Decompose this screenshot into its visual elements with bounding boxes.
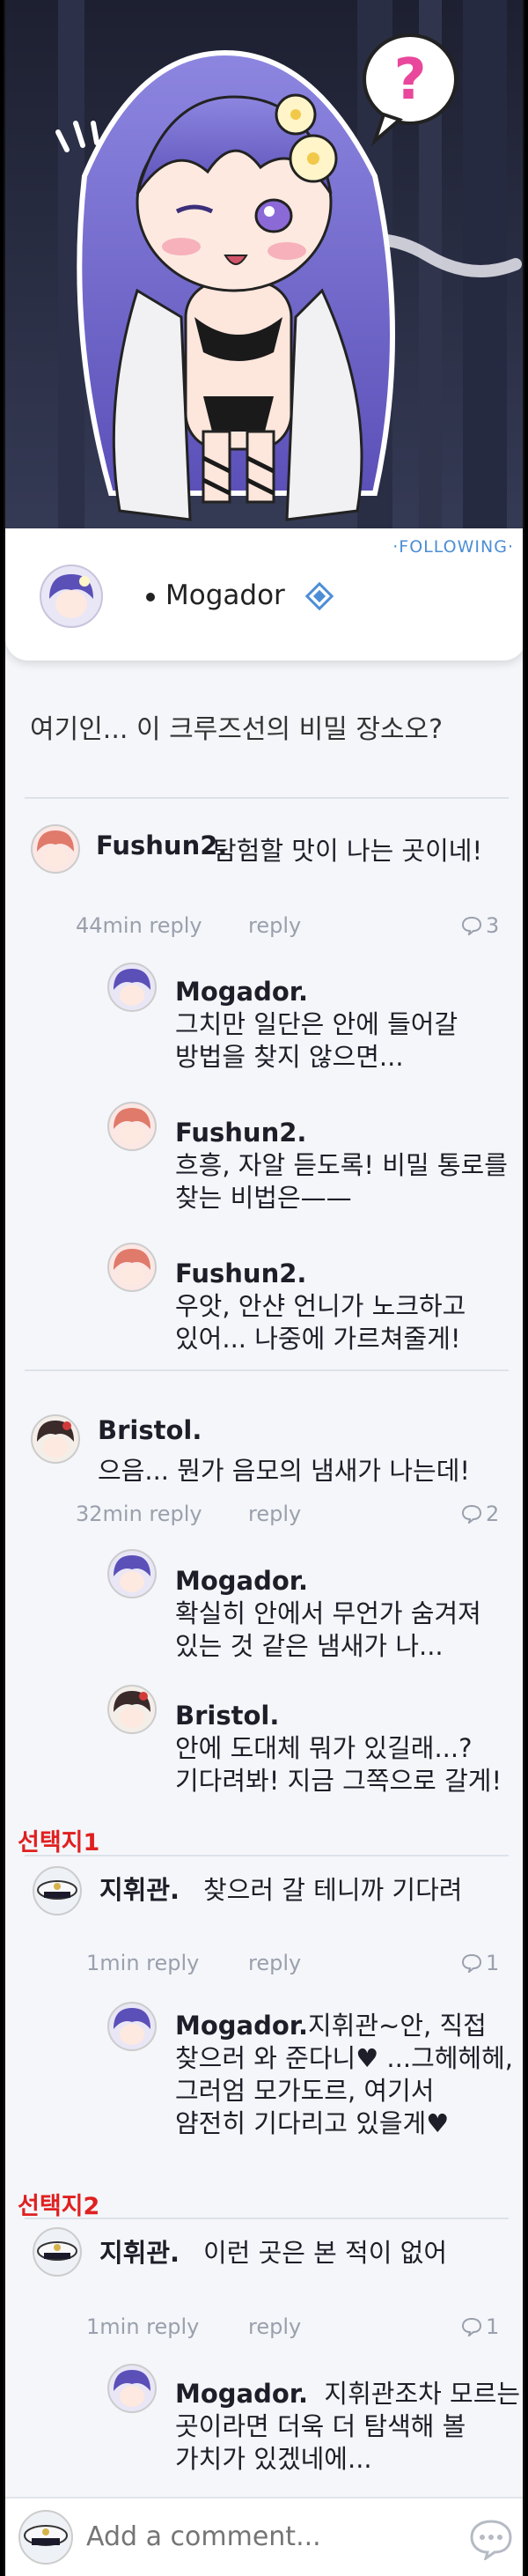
comment-send-icon[interactable] (468, 2518, 514, 2560)
reply-button[interactable]: reply (248, 1502, 301, 1526)
comment-input[interactable] (86, 2514, 421, 2558)
reply-count-value: 2 (486, 1502, 500, 1526)
reply-author[interactable]: Fushun2. (175, 1258, 523, 1290)
avatar-fushun[interactable] (106, 1101, 158, 1152)
comment-composer (5, 2497, 523, 2576)
reply-text: Mogador. 지휘관조차 모르는 곳이라면 더욱 더 탐색해 볼 가치가 있… (175, 2378, 523, 2476)
reply-count[interactable]: 1 (461, 1951, 499, 1975)
comment-time: 32min reply (76, 1502, 202, 1526)
reply-bubble-icon (461, 1504, 482, 1524)
avatar-mogador[interactable] (106, 2001, 158, 2052)
comment-time: 44min reply (76, 913, 202, 938)
divider (25, 2218, 509, 2219)
reply-text: Mogador. 그치만 일단은 안에 들어갈 방법을 찾지 않으면... (175, 976, 523, 1074)
name-bullet (146, 593, 155, 602)
app-frame: ? ·FOLLOWING· Mogador 여기인... 이 크루즈선의 비밀 … (4, 0, 524, 2576)
avatar-fushun[interactable] (106, 1242, 158, 1293)
avatar-commander[interactable] (32, 2226, 83, 2277)
following-button[interactable]: ·FOLLOWING· (392, 537, 514, 557)
reply-count-value: 1 (486, 2314, 500, 2339)
divider (25, 1855, 509, 1856)
avatar-mogador[interactable] (106, 1548, 158, 1599)
reply-author[interactable]: Bristol. (175, 1700, 523, 1732)
reply-text: Fushun2. 흐흥, 자알 듣도록! 비밀 통로를 찾는 비법은—— (175, 1117, 523, 1214)
reply-text: Mogador.지휘관~안, 직접 찾으러 와 준다니♥ ...그헤헤헤, 그러… (175, 2010, 523, 2140)
reply-text: Fushun2. 우앗, 안샨 언니가 노크하고 있어... 나중에 가르쳐줄게… (175, 1258, 523, 1355)
reply-count[interactable]: 1 (461, 2314, 499, 2339)
profile-card: ·FOLLOWING· Mogador (5, 528, 523, 661)
comment-author[interactable]: Bristol. (98, 1415, 202, 1445)
reply-line: 얌전히 기다리고 있을게♥ (175, 2108, 450, 2138)
comment-text: 탐험할 맛이 나는 곳이네! (213, 836, 483, 866)
reply-author[interactable]: Mogador. (175, 1565, 523, 1598)
reply-line: 있어... 나중에 가르쳐줄게! (175, 1324, 461, 1354)
reply-line: 우앗, 안샨 언니가 노크하고 (175, 1291, 466, 1321)
comment-time: 1min reply (86, 2314, 200, 2339)
reply-count-value: 1 (486, 1951, 500, 1975)
reply-line: 안에 도대체 뭐가 있길래...? (175, 1733, 473, 1763)
reply-button[interactable]: reply (248, 1951, 301, 1975)
comment-author[interactable]: 지휘관. (99, 1870, 180, 1907)
reply-line: 찾으러 와 준다니♥ ...그헤헤헤, (175, 2043, 514, 2073)
avatar-bristol[interactable] (30, 1413, 81, 1465)
comment-text: 으음... 뭔가 음모의 냄새가 나는데! (98, 1456, 470, 1486)
reply-author[interactable]: Mogador. (175, 2379, 308, 2409)
question-mark-text: ? (393, 48, 426, 113)
avatar-fushun[interactable] (30, 823, 81, 875)
reply-line: 그치만 일단은 안에 들어갈 (175, 1009, 458, 1039)
reply-line: 기다려봐! 지금 그쪽으로 갈게! (175, 1766, 502, 1796)
choice-label: 선택지1 (18, 1829, 100, 1856)
verified-badge-icon (304, 581, 334, 611)
reply-author[interactable]: Fushun2. (175, 1117, 523, 1149)
reply-author[interactable]: Mogador. (175, 2011, 308, 2041)
post-banner-image: ? (5, 0, 523, 528)
reply-button[interactable]: reply (248, 913, 301, 938)
reply-bubble-icon (461, 1953, 482, 1973)
reply-author[interactable]: Mogador. (175, 976, 523, 1008)
reply-line: 있는 것 같은 냄새가 나... (175, 1631, 444, 1661)
reply-line: 그러엄 모가도르, 여기서 (175, 2076, 435, 2106)
reply-text: Bristol. 안에 도대체 뭐가 있길래...? 기다려봐! 지금 그쪽으로… (175, 1700, 523, 1797)
comment-time: 1min reply (86, 1951, 200, 1975)
comment-text: 찾으러 갈 테니까 기다려 (203, 1875, 463, 1905)
avatar-mogador[interactable] (106, 962, 158, 1013)
reply-count-value: 3 (486, 913, 500, 938)
comment-text: 이런 곳은 본 적이 없어 (203, 2238, 447, 2268)
profile-name[interactable]: Mogador (165, 579, 285, 611)
avatar-bristol[interactable] (106, 1684, 158, 1735)
divider (25, 1369, 509, 1371)
reply-line: 찾는 비법은—— (175, 1183, 352, 1213)
reply-bubble-icon (461, 2317, 482, 2336)
reply-line: 가치가 있겠네에... (175, 2444, 372, 2474)
reply-line: 방법을 찾지 않으면... (175, 1042, 404, 1072)
reply-bubble-icon (461, 916, 482, 935)
reply-count[interactable]: 2 (461, 1502, 499, 1526)
reply-line: 확실히 안에서 무언가 숨겨져 (175, 1598, 481, 1628)
profile-avatar[interactable] (39, 564, 104, 629)
composer-avatar[interactable] (18, 2509, 74, 2565)
post-text: 여기인... 이 크루즈선의 비밀 장소오? (30, 714, 444, 745)
comment-author[interactable]: 지휘관. (99, 2233, 180, 2270)
comment-author[interactable]: Fushun2. (96, 830, 227, 860)
reply-line: 지휘관~안, 직접 (307, 2011, 487, 2041)
reply-count[interactable]: 3 (461, 913, 499, 938)
avatar-commander[interactable] (32, 1865, 83, 1916)
reply-text: Mogador. 확실히 안에서 무언가 숨겨져 있는 것 같은 냄새가 나..… (175, 1565, 523, 1663)
reply-button[interactable]: reply (248, 2314, 301, 2339)
divider (25, 797, 509, 799)
reply-line: 곳이라면 더욱 더 탐색해 볼 (175, 2411, 466, 2441)
reply-line: 흐흥, 자알 듣도록! 비밀 통로를 (175, 1150, 508, 1180)
choice-label: 선택지2 (18, 2193, 100, 2220)
avatar-mogador[interactable] (106, 2363, 158, 2414)
reply-line: 지휘관조차 모르는 (324, 2379, 521, 2409)
